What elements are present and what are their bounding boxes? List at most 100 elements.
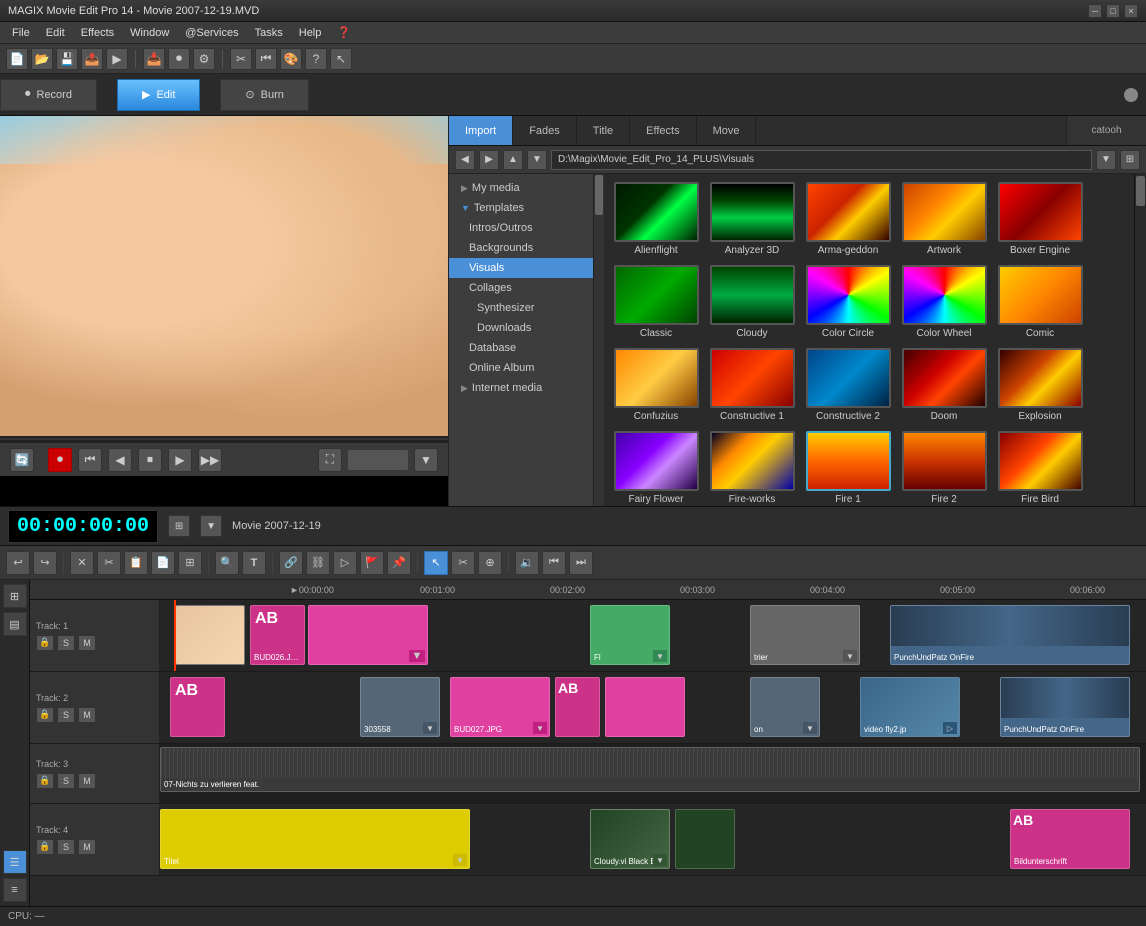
minimize-button[interactable]: ─ — [1088, 4, 1102, 18]
trim-button[interactable]: ✂ — [230, 48, 252, 70]
loop-button[interactable]: 🔄 — [10, 448, 34, 472]
redo-button[interactable]: ↪ — [33, 551, 57, 575]
path-dropdown-button[interactable]: ▼ — [1096, 150, 1116, 170]
clip-pink-1[interactable]: ▼ — [308, 605, 428, 665]
menu-effects[interactable]: Effects — [73, 25, 122, 41]
clip-dd-cloudy[interactable]: ▼ — [653, 854, 667, 866]
menu-edit[interactable]: Edit — [38, 25, 73, 41]
preview-format-selector[interactable] — [348, 450, 408, 470]
fullscreen-button[interactable]: ⛶ — [318, 448, 342, 472]
sidebar-item-templates[interactable]: ▼ Templates — [449, 198, 593, 218]
tab-effects[interactable]: Effects — [630, 116, 696, 145]
save-button[interactable]: 💾 — [56, 48, 78, 70]
unlink-button[interactable]: ⛓ — [306, 551, 330, 575]
clip-pink-2[interactable] — [605, 677, 685, 737]
grid-item-doom[interactable]: Doom — [900, 348, 988, 423]
forward-button[interactable]: ▶ — [479, 150, 499, 170]
grid-item-boxer[interactable]: Boxer Engine — [996, 182, 1084, 257]
track-lock-3[interactable]: 🔒 — [36, 773, 54, 789]
up-button[interactable]: ▲ — [503, 150, 523, 170]
clip-punch-1[interactable]: PunchUndPatz OnFire — [890, 605, 1130, 665]
play-ctrl-button[interactable]: ▶ — [168, 448, 192, 472]
storyboard-button[interactable]: ⊞ — [3, 584, 27, 608]
track-lock-1[interactable]: 🔒 — [36, 635, 54, 651]
skip-to-start-button[interactable]: ⏮ — [78, 448, 102, 472]
track-mute-3[interactable]: M — [78, 773, 96, 789]
track-content-4[interactable]: Titel ▼ Cloudy.vi Black Box ▼ AB Bildunt… — [160, 804, 1146, 875]
menu-help[interactable]: Help — [291, 25, 330, 41]
select-tool-button[interactable]: ↖ — [424, 551, 448, 575]
copy-button[interactable]: 📋 — [124, 551, 148, 575]
paste-button[interactable]: 📄 — [151, 551, 175, 575]
clip-blackbox-4[interactable] — [675, 809, 735, 869]
track-mute-2[interactable]: M — [78, 707, 96, 723]
track-lock-2[interactable]: 🔒 — [36, 707, 54, 723]
record-ctrl-button[interactable]: ⏺ — [48, 448, 72, 472]
track-content-1[interactable]: AB BUD026.JPG ▼ Fl ▼ trier ▼ — [160, 600, 1146, 671]
track-solo-2[interactable]: S — [57, 707, 75, 723]
content-scrollbar[interactable] — [1134, 174, 1146, 506]
tab-fades[interactable]: Fades — [513, 116, 577, 145]
timecode-dropdown-button[interactable]: ▼ — [200, 515, 222, 537]
clip-bildunterschrift-4[interactable]: AB Bildunterschrift — [1010, 809, 1130, 869]
open-button[interactable]: 📂 — [31, 48, 53, 70]
stop-button[interactable]: ⏹ — [138, 448, 162, 472]
import-button[interactable]: 📥 — [143, 48, 165, 70]
clip-punch-2[interactable]: PunchUndPatz OnFire — [1000, 677, 1130, 737]
step-forward-button[interactable]: ▶▶ — [198, 448, 222, 472]
clip-trier-1[interactable]: trier ▼ — [750, 605, 860, 665]
tracks-view-button[interactable]: ≡ — [3, 878, 27, 902]
grid-item-cloudy[interactable]: Cloudy — [708, 265, 796, 340]
export-button[interactable]: 📤 — [81, 48, 103, 70]
snap-button[interactable]: ⊕ — [478, 551, 502, 575]
track-solo-1[interactable]: S — [57, 635, 75, 651]
tab-title[interactable]: Title — [577, 116, 630, 145]
track-solo-3[interactable]: S — [57, 773, 75, 789]
text-button[interactable]: T — [242, 551, 266, 575]
clip-dd-bud027[interactable]: ▼ — [533, 722, 547, 734]
split-button[interactable]: ▷ — [333, 551, 357, 575]
grid-item-colorwheel[interactable]: Color Wheel — [900, 265, 988, 340]
tab-move[interactable]: Move — [697, 116, 757, 145]
cut-button[interactable]: ✂ — [97, 551, 121, 575]
new-button[interactable]: 📄 — [6, 48, 28, 70]
help-button[interactable]: ? — [305, 48, 327, 70]
timecode-format-button[interactable]: ⊞ — [168, 515, 190, 537]
clip-ab-1[interactable]: AB BUD026.JPG — [250, 605, 305, 665]
track-mute-1[interactable]: M — [78, 635, 96, 651]
sidebar-item-visuals[interactable]: Visuals — [449, 258, 593, 278]
sidebar-item-intros[interactable]: Intros/Outros — [449, 218, 593, 238]
clip-303-2[interactable]: 303558 ▼ — [360, 677, 440, 737]
bookmark-button[interactable]: 📌 — [387, 551, 411, 575]
back-button[interactable]: ◀ — [455, 150, 475, 170]
maximize-button[interactable]: □ — [1106, 4, 1120, 18]
clip-videofly-2[interactable]: video fly2.jp ▷ — [860, 677, 960, 737]
cursor-button[interactable]: ↖ — [330, 48, 352, 70]
group-button[interactable]: ⊞ — [178, 551, 202, 575]
skip-next-button[interactable]: ⏭ — [569, 551, 593, 575]
track-solo-4[interactable]: S — [57, 839, 75, 855]
sidebar-scrollbar[interactable] — [594, 174, 604, 506]
menu-file[interactable]: File — [4, 25, 38, 41]
clip-dd-on[interactable]: ▼ — [803, 722, 817, 734]
grid-item-firebird[interactable]: Fire Bird — [996, 431, 1084, 506]
sidebar-item-onlinealbum[interactable]: Online Album — [449, 358, 593, 378]
clip-titel-4[interactable]: Titel ▼ — [160, 809, 470, 869]
clip-thumb-1[interactable] — [175, 605, 245, 665]
grid-item-analyzer[interactable]: Analyzer 3D — [708, 182, 796, 257]
clip-ab-2[interactable]: AB — [170, 677, 225, 737]
tab-import[interactable]: Import — [449, 116, 513, 145]
sidebar-item-backgrounds[interactable]: Backgrounds — [449, 238, 593, 258]
track-lock-4[interactable]: 🔒 — [36, 839, 54, 855]
burn-mode-button[interactable]: ⊙ Burn — [220, 79, 308, 111]
settings-button[interactable]: ⚙ — [193, 48, 215, 70]
clip-dropdown-1[interactable]: ▼ — [409, 650, 425, 662]
grid-view-button[interactable]: ⊞ — [1120, 150, 1140, 170]
sidebar-item-internetmedia[interactable]: ▶ Internet media — [449, 378, 593, 398]
vol-down-button[interactable]: 🔉 — [515, 551, 539, 575]
skip-back-button[interactable]: ⏮ — [255, 48, 277, 70]
grid-item-alienflight[interactable]: Alienflight — [612, 182, 700, 257]
grid-item-constructive2[interactable]: Constructive 2 — [804, 348, 892, 423]
effects-button[interactable]: 🎨 — [280, 48, 302, 70]
grid-item-classic[interactable]: Classic — [612, 265, 700, 340]
